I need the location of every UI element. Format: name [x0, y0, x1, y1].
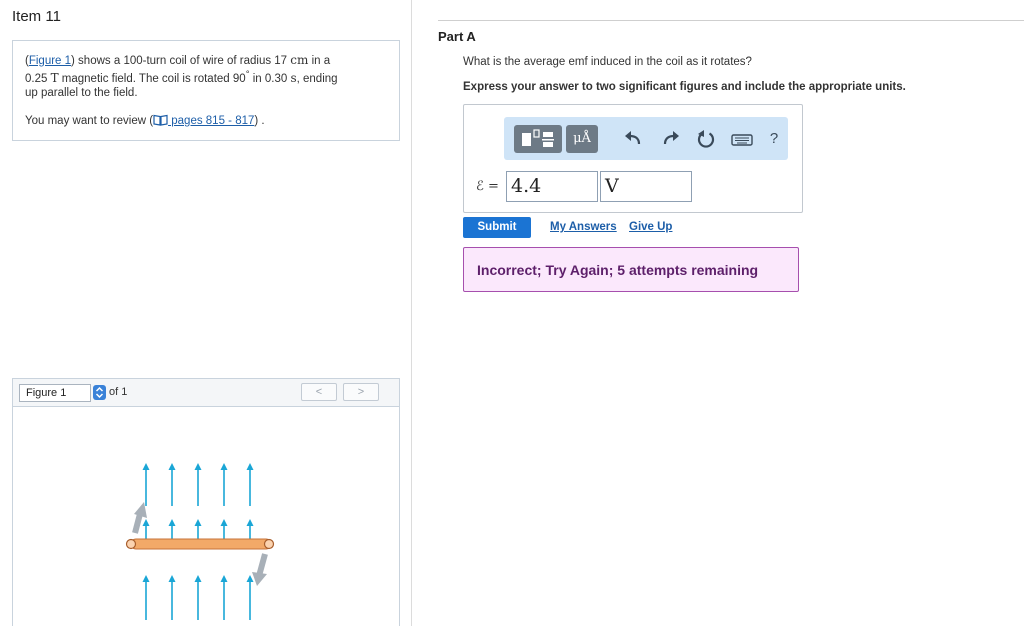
redo-icon[interactable]: [658, 127, 682, 151]
field-arrowhead: [246, 463, 254, 470]
answer-box: μÅ ? ℰ = 4.4 V: [463, 104, 803, 213]
field-arrowhead: [194, 519, 202, 526]
right-panel: Part A What is the average emf induced i…: [413, 0, 1024, 626]
field-arrowhead: [194, 463, 202, 470]
field-arrowhead: [142, 463, 150, 470]
figure-count: of 1: [109, 386, 128, 398]
figure-prev-button[interactable]: <: [301, 383, 337, 401]
figure-select[interactable]: Figure 1: [19, 384, 91, 402]
problem-statement: (Figure 1) shows a 100-turn coil of wire…: [12, 40, 400, 141]
equation-toolbar: μÅ ?: [504, 117, 788, 160]
part-title: Part A: [438, 29, 476, 44]
figure-select-spinner-icon[interactable]: [93, 385, 106, 400]
submit-button[interactable]: Submit: [463, 217, 531, 238]
undo-icon[interactable]: [622, 127, 646, 151]
field-arrowhead: [168, 519, 176, 526]
field-arrowhead: [168, 463, 176, 470]
units-input[interactable]: V: [600, 171, 692, 202]
feedback-message: Incorrect; Try Again; 5 attempts remaini…: [463, 247, 799, 292]
field-arrowhead: [220, 575, 228, 582]
templates-button[interactable]: [514, 125, 562, 153]
give-up-link[interactable]: Give Up: [629, 221, 672, 233]
help-button[interactable]: ?: [762, 127, 786, 151]
field-arrowhead: [168, 575, 176, 582]
item-title: Item 11: [12, 8, 61, 25]
value-input[interactable]: 4.4: [506, 171, 598, 202]
answer-instruction: Express your answer to two significant f…: [463, 81, 906, 93]
review-line: You may want to review ( pages 815 - 817…: [25, 114, 387, 130]
book-icon: [153, 114, 168, 130]
emf-label: ℰ =: [476, 179, 499, 194]
figure-link[interactable]: Figure 1: [29, 55, 71, 67]
figure-viewer: Figure 1 of 1 < >: [12, 378, 400, 626]
field-arrowhead: [194, 575, 202, 582]
problem-text: (Figure 1) shows a 100-turn coil of wire…: [25, 53, 338, 99]
textbook-pages-link[interactable]: pages 815 - 817: [153, 114, 254, 130]
figure-next-button[interactable]: >: [343, 383, 379, 401]
coil-figure: [125, 463, 275, 620]
field-arrowhead: [246, 575, 254, 582]
figure-toolbar: Figure 1 of 1 < >: [13, 379, 399, 407]
field-arrowhead: [246, 519, 254, 526]
units-button[interactable]: μÅ: [566, 125, 598, 153]
field-arrowhead: [220, 463, 228, 470]
question-text: What is the average emf induced in the c…: [463, 56, 752, 68]
templates-icon: [522, 129, 554, 147]
keyboard-icon[interactable]: [728, 127, 756, 151]
rotating-coil: [125, 538, 275, 550]
my-answers-link[interactable]: My Answers: [550, 221, 617, 233]
field-arrowhead: [220, 519, 228, 526]
part-divider: [438, 20, 1024, 21]
field-arrowhead: [142, 519, 150, 526]
field-arrowhead: [142, 575, 150, 582]
left-panel: Item 11 (Figure 1) shows a 100-turn coil…: [0, 0, 412, 626]
reset-icon[interactable]: [694, 127, 718, 151]
